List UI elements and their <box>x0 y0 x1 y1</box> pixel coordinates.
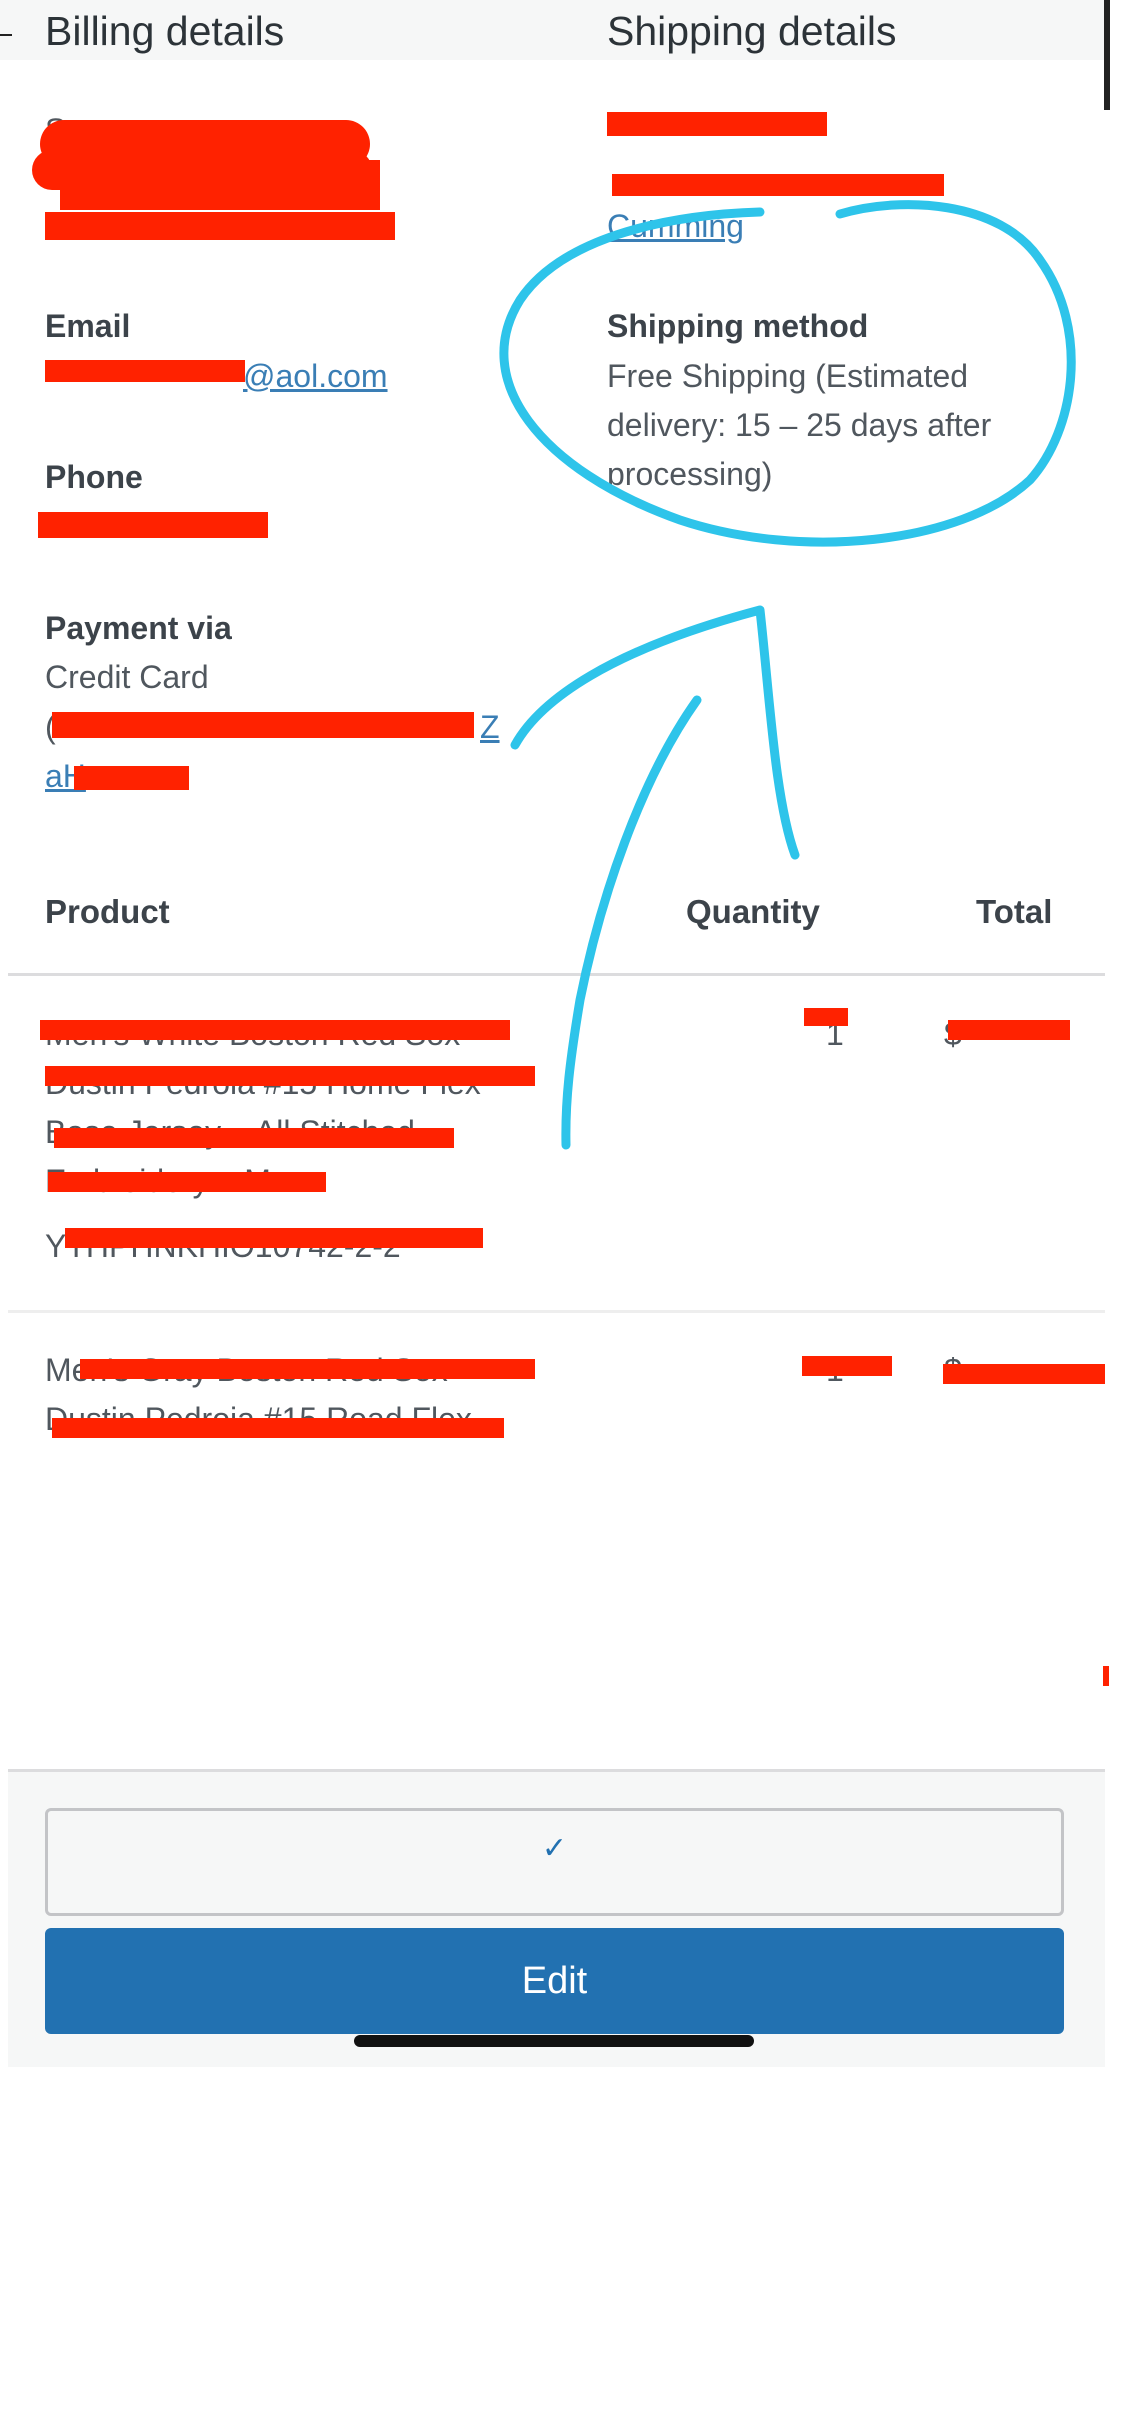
redaction <box>45 360 245 382</box>
payment-label: Payment via <box>45 610 232 646</box>
redaction <box>943 1364 1105 1384</box>
home-indicator <box>354 2035 754 2047</box>
redaction <box>1103 1666 1109 1686</box>
status-select[interactable]: ✓ <box>45 1808 1064 1916</box>
billing-title: Billing details <box>45 8 285 54</box>
column-header-total: Total <box>976 893 1053 930</box>
redaction <box>612 174 944 196</box>
shipping-method-line: Free Shipping (Estimated <box>607 358 969 394</box>
redaction <box>804 1008 848 1026</box>
column-header-product: Product <box>45 893 170 930</box>
redaction <box>38 512 268 538</box>
redaction <box>52 712 474 738</box>
shipping-city-link[interactable]: Cumming <box>607 208 744 245</box>
redaction <box>45 1066 535 1086</box>
row-divider <box>8 1310 1105 1313</box>
email-label: Email <box>45 308 131 344</box>
payment-method: Credit Card <box>45 659 209 695</box>
shipping-title: Shipping details <box>607 8 897 54</box>
redaction <box>80 1359 535 1379</box>
edge-mark <box>0 34 12 36</box>
scrollbar[interactable] <box>1104 0 1110 110</box>
redaction <box>948 1020 1070 1040</box>
annotation-arrow-shaft <box>561 695 702 1150</box>
redaction <box>607 112 827 136</box>
email-domain: @aol.com <box>243 358 388 394</box>
column-header-quantity: Quantity <box>686 893 820 930</box>
shipping-method-line: processing) <box>607 456 773 492</box>
check-icon: ✓ <box>541 1832 568 1865</box>
redaction <box>52 1418 504 1438</box>
edit-button[interactable]: Edit <box>45 1928 1064 2034</box>
redaction <box>40 1020 510 1040</box>
shipping-method-line: delivery: 15 – 25 days after <box>607 407 992 443</box>
annotation-arrow <box>510 605 800 860</box>
redaction <box>65 1228 483 1248</box>
redaction <box>45 212 395 240</box>
redaction <box>54 1128 454 1148</box>
redaction <box>48 1172 326 1192</box>
table-divider <box>8 973 1105 976</box>
redaction <box>74 766 189 790</box>
payment-ref-tail[interactable]: Z <box>480 709 500 746</box>
redaction <box>60 160 380 210</box>
redaction <box>802 1356 892 1376</box>
phone-label: Phone <box>45 459 143 495</box>
shipping-method-label: Shipping method <box>607 308 869 344</box>
